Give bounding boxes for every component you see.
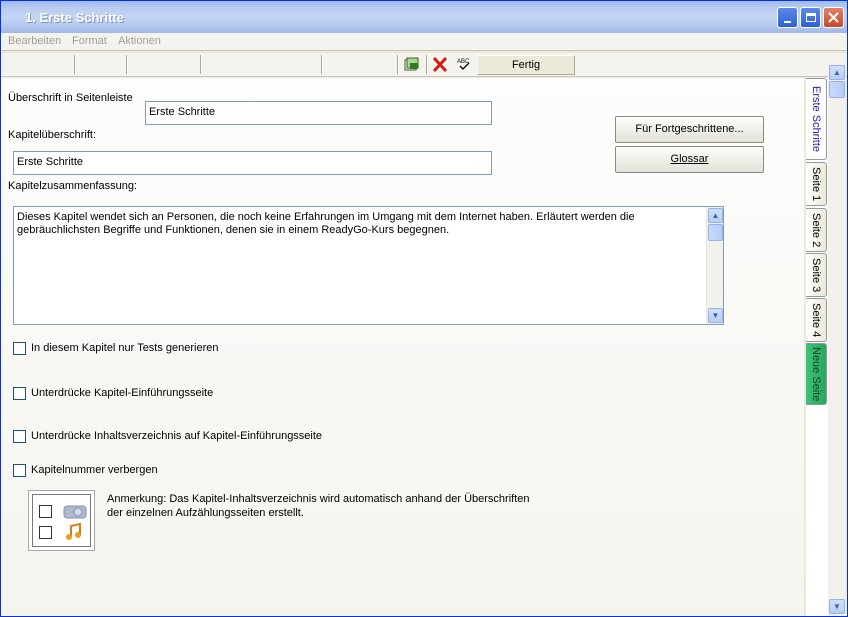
scroll-thumb[interactable] [708, 224, 723, 241]
glossary-label: Glossar [670, 153, 709, 165]
chapter-heading-input[interactable]: Erste Schritte [13, 151, 492, 175]
close-button[interactable] [823, 7, 844, 28]
sidebar-heading-label: Überschrift in Seitenleiste [8, 92, 133, 104]
window-title: 1. Erste Schritte [25, 10, 124, 25]
minimize-button[interactable] [777, 7, 798, 28]
close-icon [828, 12, 839, 23]
checkbox-icon [39, 526, 52, 539]
toolbar-separator [74, 55, 76, 74]
maximize-icon [805, 13, 816, 22]
suppress-toc-label: Unterdrücke Inhaltsverzeichnis auf Kapit… [31, 430, 323, 442]
chevron-down-icon: ▼ [711, 311, 720, 320]
summary-textarea[interactable]: Dieses Kapitel wendet sich an Personen, … [13, 206, 724, 325]
advanced-button[interactable]: Für Fortgeschrittene... [615, 116, 764, 143]
tab-page-3[interactable]: Seite 3 [806, 253, 827, 297]
tab-label: Seite 4 [810, 302, 822, 338]
toolbar-separator [321, 55, 323, 74]
tests-only-checkbox[interactable] [13, 342, 26, 355]
hide-number-checkbox[interactable] [13, 464, 26, 477]
menu-actions[interactable]: Aktionen [118, 35, 161, 47]
chevron-up-icon: ▲ [711, 211, 720, 220]
camera-icon [63, 505, 87, 519]
summary-text: Dieses Kapitel wendet sich an Personen, … [17, 211, 635, 236]
app-window: 1. Erste Schritte Bearbeiten Format Akti… [0, 0, 848, 617]
title-bar: 1. Erste Schritte [1, 1, 847, 33]
toolbar-separator [126, 55, 128, 74]
glossary-button[interactable]: Glossar [615, 146, 764, 173]
tab-label: Neue Seite [810, 346, 822, 402]
hide-number-label: Kapitelnummer verbergen [31, 464, 158, 476]
spellcheck-icon[interactable]: ABC [457, 57, 471, 71]
tab-label: Seite 2 [810, 212, 822, 248]
page-scroll-thumb[interactable] [829, 81, 845, 98]
scroll-up-button[interactable]: ▲ [708, 208, 723, 223]
summary-label: Kapitelzusammenfassung: [8, 180, 138, 192]
tab-first-steps[interactable]: Erste Schritte [806, 78, 827, 160]
maximize-button[interactable] [800, 7, 821, 28]
done-button[interactable]: Fertig [477, 55, 575, 75]
page-tabs: Erste Schritte Seite 1 Seite 2 Seite 3 S… [806, 78, 828, 616]
chevron-up-icon: ▲ [833, 68, 841, 77]
sidebar-heading-input[interactable]: Erste Schritte [145, 101, 492, 125]
menu-format[interactable]: Format [72, 35, 107, 47]
suppress-intro-checkbox[interactable] [13, 387, 26, 400]
tab-page-1[interactable]: Seite 1 [806, 162, 827, 206]
tab-page-2[interactable]: Seite 2 [806, 208, 827, 252]
tab-label: Erste Schritte [810, 85, 822, 153]
page-icon[interactable] [404, 57, 420, 72]
page-scroll-down-button[interactable]: ▼ [829, 599, 845, 614]
suppress-toc-checkbox[interactable] [13, 430, 26, 443]
summary-scrollbar[interactable]: ▲ ▼ [706, 207, 723, 324]
toolbar-separator [426, 55, 428, 74]
tab-label: Seite 3 [810, 257, 822, 293]
menu-bar: Bearbeiten Format Aktionen [1, 33, 847, 51]
tab-page-4[interactable]: Seite 4 [806, 298, 827, 342]
tests-only-label: In diesem Kapitel nur Tests generieren [31, 342, 219, 354]
chapter-heading-label: Kapitelüberschrift: [8, 129, 97, 141]
page-scrollbar[interactable]: ▲ ▼ [828, 64, 846, 616]
toc-note: Anmerkung: Das Kapitel-Inhaltsverzeichni… [107, 493, 530, 519]
minimize-icon [784, 20, 791, 23]
toc-illustration [28, 490, 95, 551]
page-scroll-up-button[interactable]: ▲ [829, 65, 845, 80]
tab-new-page[interactable]: Neue Seite [806, 343, 827, 405]
checkbox-icon [39, 505, 52, 518]
chevron-down-icon: ▼ [833, 602, 841, 611]
toolbar-separator [397, 55, 399, 74]
delete-icon[interactable] [432, 56, 448, 73]
menu-edit[interactable]: Bearbeiten [8, 35, 61, 47]
scroll-down-button[interactable]: ▼ [708, 308, 723, 323]
tab-label: Seite 1 [810, 166, 822, 202]
toolbar: ABC Fertig [1, 53, 847, 77]
music-note-icon [66, 523, 81, 540]
toolbar-separator [200, 55, 202, 74]
suppress-intro-label: Unterdrücke Kapitel-Einführungsseite [31, 387, 214, 399]
